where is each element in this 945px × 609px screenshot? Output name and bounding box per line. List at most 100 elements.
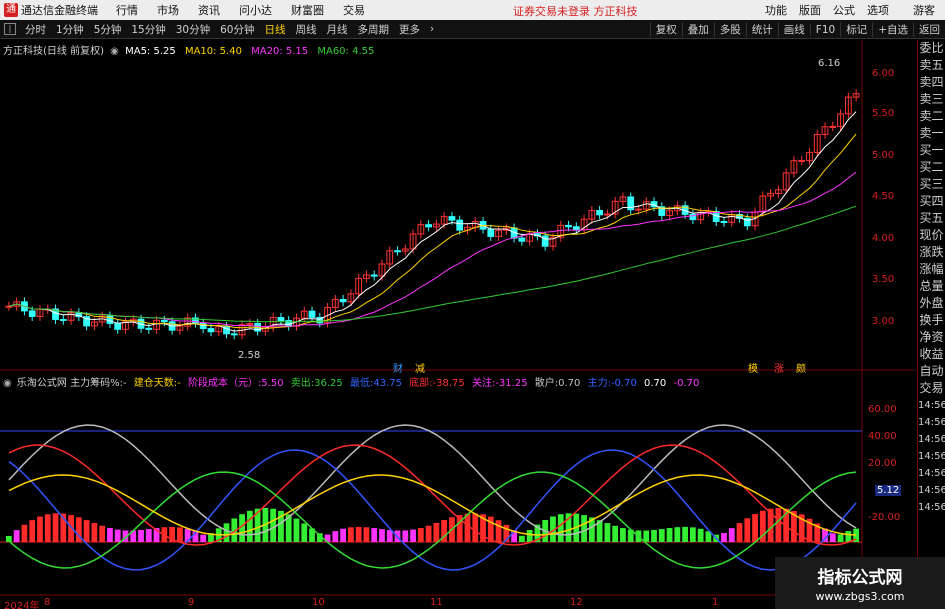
high-price-label: 6.16 — [818, 58, 841, 69]
indicator-settings-icon[interactable]: ◉ — [3, 378, 12, 389]
event-marker-model[interactable]: 模 — [748, 360, 758, 375]
event-marker-reduce[interactable]: 减 — [415, 360, 425, 375]
period-1min[interactable]: 1分钟 — [56, 22, 84, 37]
side-bid2[interactable]: 买二 — [918, 159, 945, 176]
menu-wealth[interactable]: 财富圈 — [291, 2, 324, 18]
tool-multi-stock[interactable]: 多股 — [713, 22, 746, 37]
ind-tick-40: 40.00 — [868, 431, 897, 442]
ind-tick-20: 20.00 — [868, 458, 897, 469]
side-auto[interactable]: 自动 — [918, 363, 945, 380]
tool-add-watchlist[interactable]: +自选 — [872, 22, 913, 37]
candle-body — [541, 235, 549, 247]
guest-login[interactable]: 游客 — [913, 2, 935, 18]
candle-body — [798, 159, 806, 162]
period-weekly[interactable]: 周线 — [296, 22, 317, 37]
side-change-pct[interactable]: 涨幅 — [918, 261, 945, 278]
menu-function[interactable]: 功能 — [765, 2, 787, 18]
indicator-bar — [37, 516, 43, 542]
indicator-bar — [21, 524, 28, 542]
indicator-bar — [52, 513, 59, 542]
side-bid1[interactable]: 买一 — [918, 142, 945, 159]
trade-login-status[interactable]: 证券交易未登录 方正科技 — [513, 3, 638, 19]
indicator-lowest: 最低:43.75 — [349, 378, 402, 389]
indicator-current-value: 5.12 — [875, 485, 902, 496]
tool-adjust[interactable]: 复权 — [649, 22, 682, 37]
side-net-assets[interactable]: 净资 — [918, 329, 945, 346]
indicator-bar — [6, 536, 12, 542]
indicator-pos: 0.70 — [644, 378, 667, 389]
period-multi[interactable]: 多周期 — [358, 22, 390, 37]
indicator-bar — [425, 525, 432, 542]
indicator-bar — [581, 515, 587, 542]
side-ask3[interactable]: 卖三 — [918, 91, 945, 108]
side-volume[interactable]: 总量 — [918, 278, 945, 295]
ma5-label: MA5: 5.25 — [125, 46, 176, 57]
menu-trade[interactable]: 交易 — [343, 2, 365, 18]
period-monthly[interactable]: 月线 — [327, 22, 348, 37]
side-ask2[interactable]: 卖二 — [918, 108, 945, 125]
tool-mark[interactable]: 标记 — [840, 22, 872, 37]
period-daily[interactable]: 日线 — [265, 22, 286, 37]
period-5min[interactable]: 5分钟 — [94, 22, 122, 37]
side-ask1[interactable]: 卖一 — [918, 125, 945, 142]
app-name: 通达信金融终端 — [21, 4, 98, 17]
period-15min[interactable]: 15分钟 — [131, 22, 165, 37]
side-bid3[interactable]: 买三 — [918, 176, 945, 193]
x-label-8: 8 — [44, 597, 51, 608]
tool-draw[interactable]: 画线 — [777, 22, 810, 37]
side-change[interactable]: 涨跌 — [918, 244, 945, 261]
menu-market[interactable]: 市场 — [157, 2, 179, 18]
indicator-bar — [736, 523, 743, 542]
tool-stats[interactable]: 统计 — [745, 22, 778, 37]
indicator-bar — [138, 530, 144, 542]
tool-overlay[interactable]: 叠加 — [681, 22, 714, 37]
indicator-bar — [697, 528, 704, 542]
watermark-title: 指标公式网 — [817, 568, 903, 588]
indicator-bar — [83, 520, 90, 542]
side-turnover[interactable]: 换手 — [918, 312, 945, 329]
chart-canvas[interactable] — [0, 40, 915, 609]
side-ask4[interactable]: 卖四 — [918, 74, 945, 91]
collapse-icon[interactable]: | — [4, 23, 16, 35]
settings-circle-icon[interactable]: ◉ — [110, 46, 119, 57]
period-toolbar: | 分时 1分钟 5分钟 15分钟 30分钟 60分钟 日线 周线 月线 多周期… — [0, 20, 945, 39]
side-earnings[interactable]: 收益 — [918, 346, 945, 363]
side-bid4[interactable]: 买四 — [918, 193, 945, 210]
side-bid-ratio[interactable]: 委比 — [918, 40, 945, 57]
menu-quotes[interactable]: 行情 — [116, 2, 138, 18]
app-logo-icon: 通 — [4, 3, 18, 17]
tool-back[interactable]: 返回 — [913, 22, 945, 37]
chart-area[interactable]: 方正科技(日线 前复权) ◉ MA5: 5.25 MA10: 5.40 MA20… — [0, 40, 915, 609]
candle-body — [448, 216, 456, 221]
tool-f10[interactable]: F10 — [809, 23, 840, 36]
period-more[interactable]: 更多 — [399, 22, 420, 37]
side-ask5[interactable]: 卖五 — [918, 57, 945, 74]
period-intraday[interactable]: 分时 — [25, 22, 46, 37]
indicator-bar — [363, 527, 370, 542]
chevron-right-icon[interactable]: › — [430, 23, 434, 35]
period-60min[interactable]: 60分钟 — [220, 22, 254, 37]
indicator-bottom: 底部:-38.75 — [409, 378, 465, 389]
event-marker-rise[interactable]: 涨 — [774, 360, 784, 375]
menu-news[interactable]: 资讯 — [198, 2, 220, 18]
menu-options[interactable]: 选项 — [867, 2, 889, 18]
event-marker-frequent[interactable]: 颇 — [796, 360, 806, 375]
indicator-bar — [246, 510, 253, 542]
indicator-bar — [410, 529, 416, 542]
indicator-bar — [145, 529, 152, 542]
side-outer[interactable]: 外盘 — [918, 295, 945, 312]
side-trade[interactable]: 交易 — [918, 380, 945, 397]
period-30min[interactable]: 30分钟 — [176, 22, 210, 37]
ma20-label: MA20: 5.15 — [251, 46, 309, 57]
candle-body — [635, 208, 642, 211]
watermark-url: www.zbgs3.com — [815, 590, 905, 603]
menu-layout[interactable]: 版面 — [799, 2, 821, 18]
side-bid5[interactable]: 买五 — [918, 210, 945, 227]
menu-formula[interactable]: 公式 — [833, 2, 855, 18]
candle-body — [487, 228, 495, 237]
indicator-bar — [721, 532, 727, 542]
side-price[interactable]: 现价 — [918, 227, 945, 244]
event-marker-finance[interactable]: 财 — [393, 360, 403, 375]
indicator-bar — [651, 529, 657, 542]
menu-ask[interactable]: 问小达 — [239, 2, 272, 18]
